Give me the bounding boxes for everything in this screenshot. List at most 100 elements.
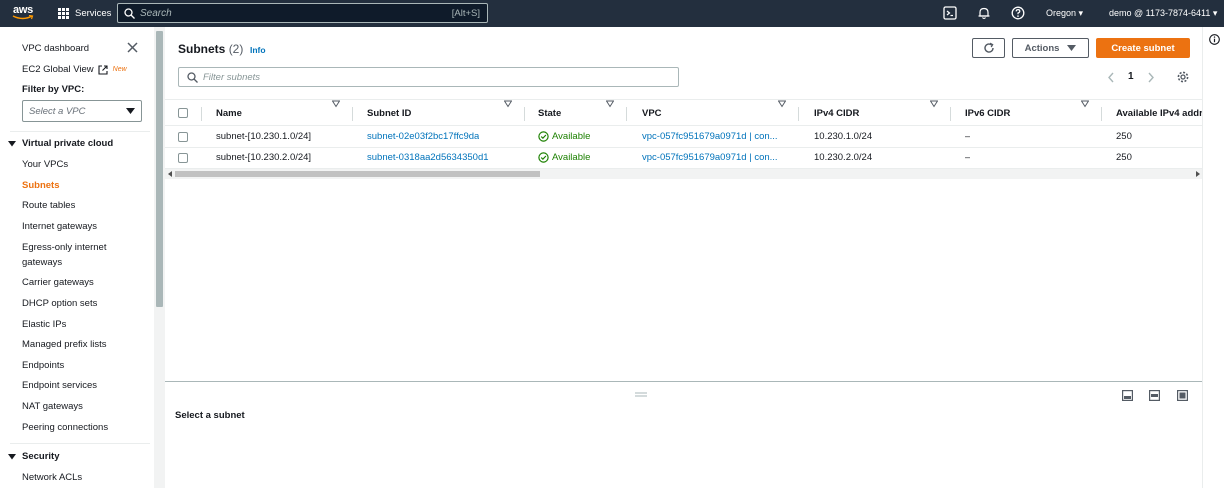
scrollbar-thumb[interactable]	[175, 171, 540, 177]
sidebar-item-egress-only-internet-gateways[interactable]: Egress-only internet	[22, 242, 106, 253]
chevron-left-icon[interactable]	[1107, 72, 1115, 83]
external-link-icon	[98, 64, 108, 75]
column-header-ipv6-cidr[interactable]: IPv6 CIDR	[965, 100, 1010, 127]
cell-vpc[interactable]: vpc-057fc951679a0971d | con...	[642, 152, 787, 163]
cell-subnet-id[interactable]: subnet-0318aa2d5634350d1	[367, 152, 489, 163]
services-menu[interactable]: Services	[58, 0, 111, 27]
vpc-filter-select[interactable]: Select a VPC	[22, 100, 142, 122]
sidebar-divider	[10, 443, 150, 444]
help-panel-rail	[1202, 27, 1224, 488]
cell-subnet-id[interactable]: subnet-02e03f2bc17ffc9da	[367, 131, 479, 142]
column-header-state[interactable]: State	[538, 100, 561, 127]
sort-icon[interactable]	[332, 100, 340, 108]
state-label: Available	[552, 131, 591, 142]
refresh-icon	[983, 42, 994, 53]
column-header-vpc[interactable]: VPC	[642, 100, 662, 127]
sidebar-item-managed-prefix-lists[interactable]: Managed prefix lists	[22, 339, 106, 350]
info-icon[interactable]	[1209, 34, 1220, 45]
sidebar: VPC dashboard EC2 Global View New Filter…	[0, 27, 154, 488]
table-row[interactable]: subnet-[10.230.2.0/24] subnet-0318aa2d56…	[165, 148, 1202, 169]
filter-subnets[interactable]	[178, 67, 679, 87]
sidebar-item-vpc-dashboard[interactable]: VPC dashboard	[22, 43, 89, 54]
sidebar-item-peering-connections[interactable]: Peering connections	[22, 422, 108, 433]
column-label: VPC	[642, 108, 662, 119]
panel-full-icon[interactable]	[1177, 390, 1188, 401]
cell-name: subnet-[10.230.1.0/24]	[216, 131, 312, 142]
sidebar-item-nat-gateways[interactable]: NAT gateways	[22, 401, 83, 412]
search-shortcut: [Alt+S]	[451, 8, 480, 19]
create-subnet-button[interactable]: Create subnet	[1096, 38, 1190, 58]
section-security[interactable]: Security	[8, 451, 60, 462]
sidebar-item-route-tables[interactable]: Route tables	[22, 200, 75, 211]
global-search[interactable]: [Alt+S]	[117, 3, 488, 23]
column-label: IPv4 CIDR	[814, 108, 860, 119]
scroll-right-icon[interactable]	[1195, 171, 1200, 177]
actions-button[interactable]: Actions	[1012, 38, 1089, 58]
sidebar-divider	[10, 131, 150, 132]
cloudshell-icon[interactable]	[943, 6, 957, 20]
page-number[interactable]: 1	[1128, 71, 1134, 82]
subnet-count: (2)	[228, 42, 244, 56]
column-header-ipv4-cidr[interactable]: IPv4 CIDR	[814, 100, 859, 127]
sidebar-item-ec2-global-view[interactable]: EC2 Global View New	[22, 64, 127, 75]
sort-icon[interactable]	[930, 100, 938, 108]
column-header-subnet-id[interactable]: Subnet ID	[367, 100, 411, 127]
filter-subnets-input[interactable]	[203, 71, 663, 84]
table-horizontal-scrollbar[interactable]	[165, 169, 1202, 179]
panel-bottom-icon[interactable]	[1122, 390, 1133, 401]
sidebar-item-dhcp-option-sets[interactable]: DHCP option sets	[22, 298, 97, 309]
close-icon[interactable]	[127, 42, 138, 53]
sidebar-item-internet-gateways[interactable]: Internet gateways	[22, 221, 97, 232]
create-subnet-label: Create subnet	[1111, 42, 1175, 54]
scrollbar-thumb[interactable]	[156, 31, 163, 307]
account-menu[interactable]: demo @ 1173-7874-6411 ▾	[1109, 8, 1217, 19]
sidebar-item-endpoints[interactable]: Endpoints	[22, 360, 64, 371]
cell-ipv6-cidr: –	[965, 152, 971, 163]
sidebar-item-egress-only-internet-gateways-line2[interactable]: gateways	[22, 257, 62, 268]
sidebar-item-carrier-gateways[interactable]: Carrier gateways	[22, 277, 94, 288]
row-checkbox[interactable]	[178, 132, 188, 142]
cell-vpc[interactable]: vpc-057fc951679a0971d | con...	[642, 131, 787, 142]
sidebar-item-your-vpcs[interactable]: Your VPCs	[22, 159, 68, 170]
region-selector[interactable]: Oregon ▾	[1046, 8, 1083, 19]
section-label: Security	[22, 451, 60, 462]
sort-icon[interactable]	[1081, 100, 1089, 108]
cell-name: subnet-[10.230.2.0/24]	[216, 152, 312, 163]
sort-icon[interactable]	[778, 100, 786, 108]
column-header-available-ipv4[interactable]: Available IPv4 addr	[1116, 100, 1202, 127]
section-virtual-private-cloud[interactable]: Virtual private cloud	[8, 138, 113, 149]
cell-ipv4-cidr: 10.230.2.0/24	[814, 152, 873, 163]
sort-icon[interactable]	[606, 100, 614, 108]
column-divider	[798, 107, 799, 121]
column-divider	[950, 107, 951, 121]
sort-icon[interactable]	[504, 100, 512, 108]
column-header-name[interactable]: Name	[216, 100, 242, 127]
resize-handle-icon[interactable]	[635, 392, 647, 397]
column-divider	[352, 107, 353, 121]
sidebar-item-network-acls[interactable]: Network ACLs	[22, 472, 82, 483]
cell-ipv4-cidr: 10.230.1.0/24	[814, 131, 873, 142]
search-icon	[187, 72, 198, 83]
scroll-left-icon[interactable]	[168, 171, 173, 177]
top-navigation: aws Services [Alt+S] Oregon ▾ demo @ 117…	[0, 0, 1224, 27]
table-row[interactable]: subnet-[10.230.1.0/24] subnet-02e03f2bc1…	[165, 127, 1202, 148]
column-divider	[524, 107, 525, 121]
sidebar-item-elastic-ips[interactable]: Elastic IPs	[22, 319, 66, 330]
search-input[interactable]	[140, 6, 440, 20]
row-checkbox[interactable]	[178, 153, 188, 163]
settings-icon[interactable]	[1177, 71, 1189, 83]
info-link[interactable]: Info	[250, 45, 266, 55]
aws-logo[interactable]: aws	[12, 4, 36, 22]
select-all-checkbox[interactable]	[178, 108, 188, 118]
sidebar-item-subnets[interactable]: Subnets	[22, 180, 59, 191]
sidebar-item-endpoint-services[interactable]: Endpoint services	[22, 380, 97, 391]
search-icon	[124, 8, 135, 19]
column-label: IPv6 CIDR	[965, 108, 1011, 119]
panel-side-icon[interactable]	[1149, 390, 1160, 401]
help-icon[interactable]	[1011, 6, 1025, 20]
refresh-button[interactable]	[972, 38, 1005, 58]
sidebar-scrollbar[interactable]	[154, 27, 165, 488]
bell-icon[interactable]	[977, 6, 991, 20]
cell-ipv6-cidr: –	[965, 131, 971, 142]
chevron-right-icon[interactable]	[1147, 72, 1155, 83]
